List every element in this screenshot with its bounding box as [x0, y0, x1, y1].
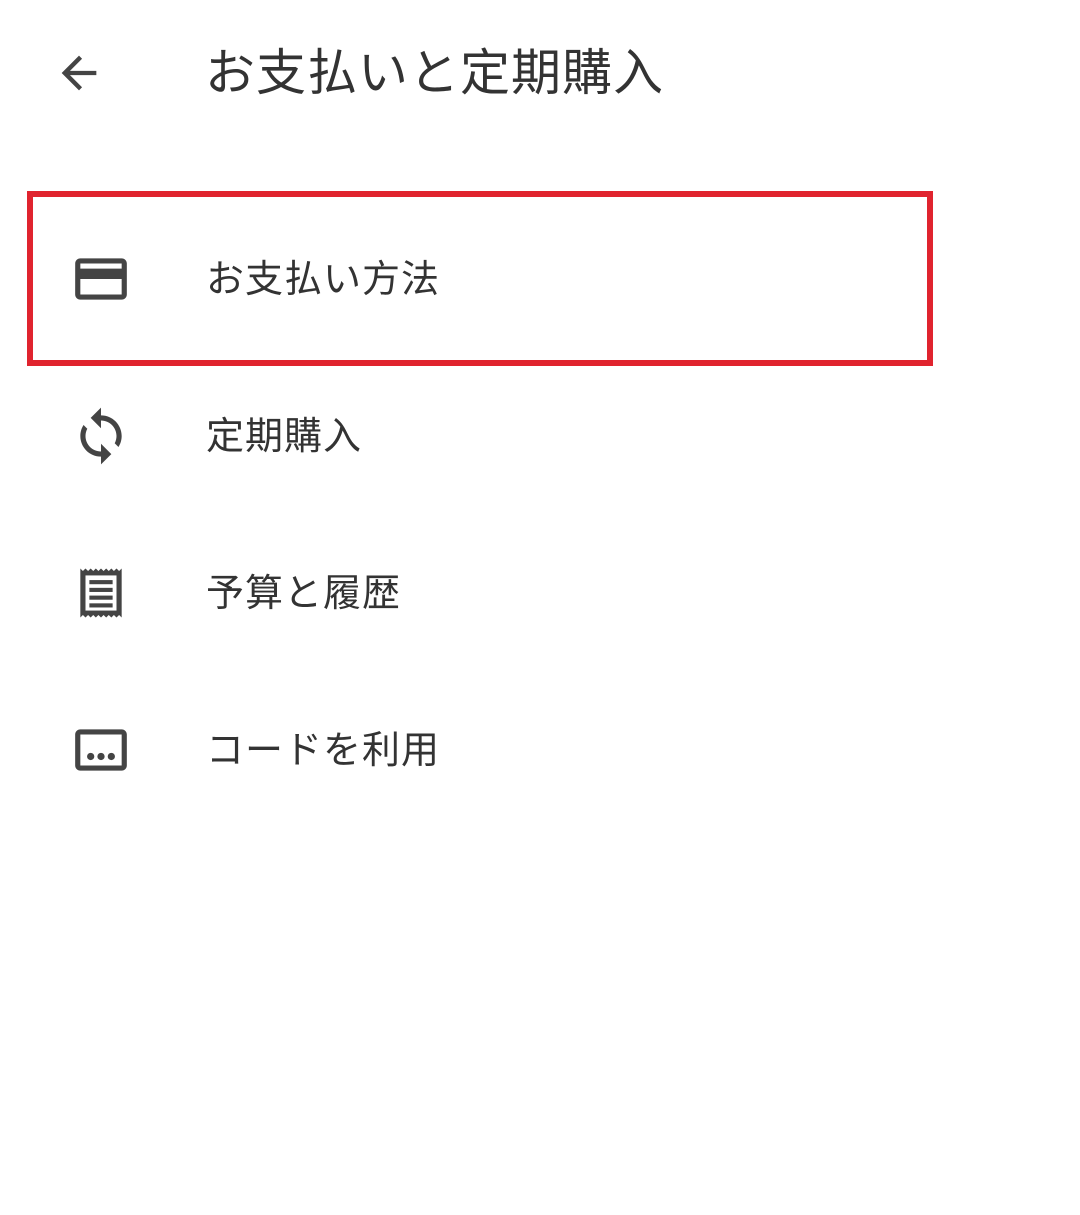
page-title: お支払いと定期購入: [205, 44, 664, 102]
menu-item-label: 予算と履歴: [206, 570, 402, 615]
redeem-code-icon: [70, 719, 132, 781]
menu-item-payment-methods[interactable]: お支払い方法: [0, 200, 1080, 357]
app-bar: お支払いと定期購入: [0, 0, 1080, 150]
menu-item-subscriptions[interactable]: 定期購入: [0, 357, 1080, 514]
menu-item-label: コードを利用: [206, 727, 441, 772]
credit-card-icon: [70, 248, 132, 310]
receipt-icon: [70, 562, 132, 624]
sync-icon: [70, 405, 132, 467]
back-button[interactable]: [46, 40, 112, 106]
menu-list: お支払い方法 定期購入 予算と履歴 コードを利用: [0, 200, 1080, 828]
menu-item-budget-history[interactable]: 予算と履歴: [0, 514, 1080, 671]
menu-item-redeem-code[interactable]: コードを利用: [0, 671, 1080, 828]
menu-item-label: お支払い方法: [206, 256, 441, 301]
menu-item-label: 定期購入: [206, 413, 363, 458]
arrow-left-icon: [61, 55, 97, 91]
